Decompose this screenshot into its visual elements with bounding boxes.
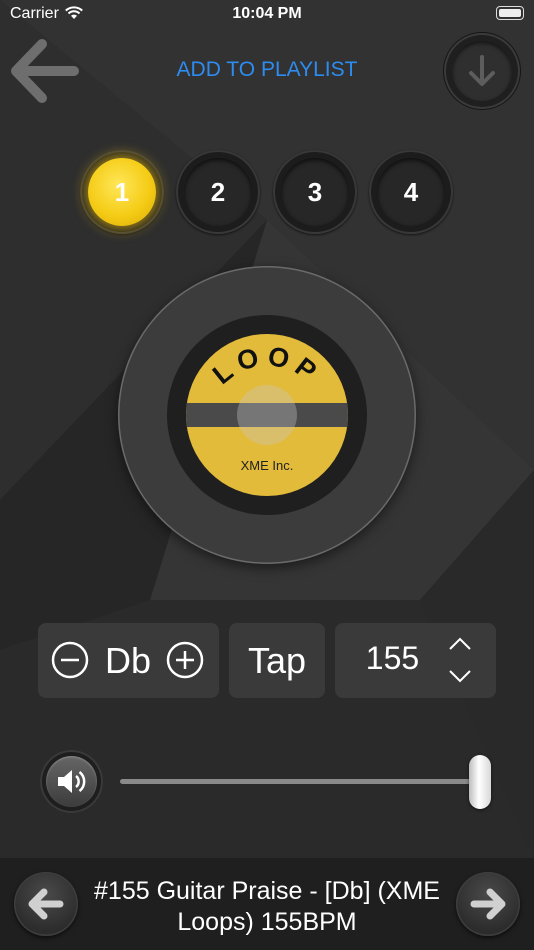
slot-button-4[interactable]: 4 [369,150,453,234]
plus-circle-icon [176,651,194,669]
loop-record[interactable]: XME Inc. LOOP [118,266,416,564]
back-arrow-icon [11,39,79,103]
key-down-button[interactable] [51,641,89,679]
svg-text:LOOP: LOOP [207,341,327,390]
now-playing-bar: #155 Guitar Praise - [Db] (XME Loops) 15… [0,858,534,950]
back-button[interactable] [10,36,82,108]
download-button[interactable] [444,33,520,109]
previous-arrow-icon [28,888,64,920]
battery-icon [496,6,524,20]
record-title: LOOP [207,341,327,390]
track-title: #155 Guitar Praise - [Db] (XME Loops) 15… [94,877,440,936]
bpm-value: 155 [365,640,420,676]
slot-button-2[interactable]: 2 [176,150,260,234]
slot-button-1[interactable]: 1 [80,150,164,234]
key-value: Db [104,640,152,681]
status-bar: Carrier 10:04 PM [0,0,534,28]
speaker-icon [58,770,86,793]
tap-button[interactable]: Tap [229,623,325,698]
mute-button[interactable] [40,750,103,813]
volume-slider[interactable] [120,779,480,784]
slot-button-3[interactable]: 3 [273,150,357,234]
next-button[interactable] [456,872,520,936]
bpm-down-button[interactable] [445,661,475,691]
clock: 10:04 PM [232,5,302,22]
bpm-control: 155 [335,623,496,698]
chevron-up-icon [449,637,471,650]
previous-button[interactable] [14,872,78,936]
volume-slider-thumb[interactable] [469,755,491,809]
tap-label: Tap [247,640,307,681]
download-icon [469,55,495,86]
next-arrow-icon [470,888,506,920]
add-to-playlist-button[interactable]: ADD TO PLAYLIST [150,58,384,82]
key-up-button[interactable] [166,641,204,679]
chevron-down-icon [449,670,471,683]
key-control: Db [38,623,219,698]
bpm-up-button[interactable] [445,629,475,659]
